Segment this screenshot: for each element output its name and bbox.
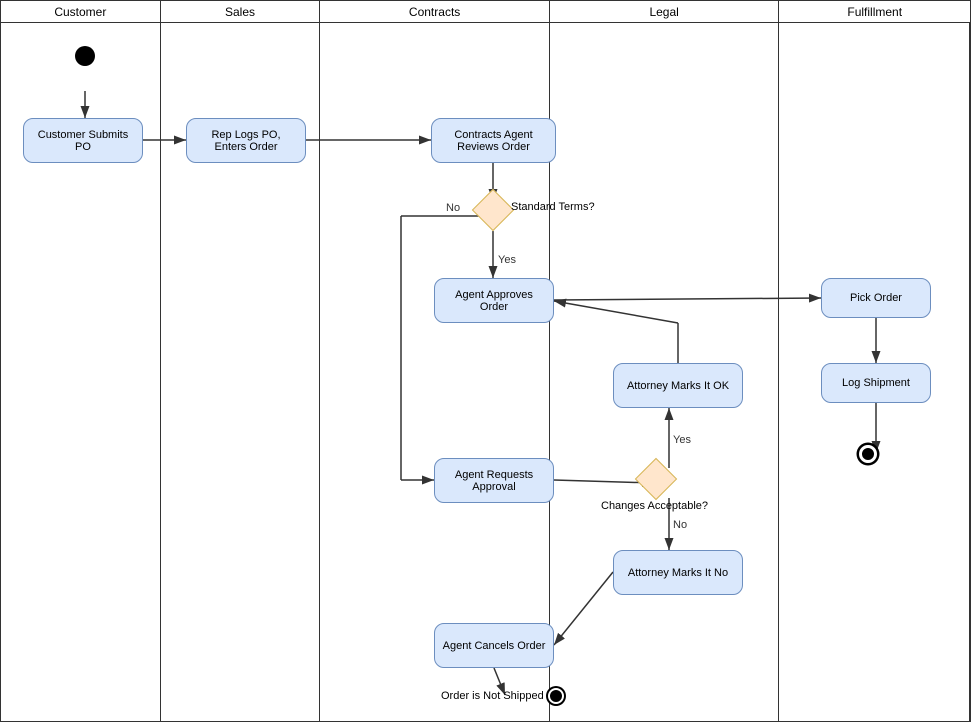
changes-acceptable-diamond-container: [641, 464, 671, 494]
pick-order-node: Pick Order: [821, 278, 931, 318]
customer-submits-node: Customer Submits PO: [23, 118, 143, 163]
agent-requests-node: Agent Requests Approval: [434, 458, 554, 503]
log-shipment-label: Log Shipment: [842, 377, 910, 389]
attorney-ok-node: Attorney Marks It OK: [613, 363, 743, 408]
standard-terms-diamond-container: [478, 195, 508, 225]
header-legal: Legal: [550, 1, 780, 22]
agent-approves-label: Agent Approves Order: [455, 289, 533, 313]
final-end-node: [859, 445, 877, 463]
rep-logs-node: Rep Logs PO, Enters Order: [186, 118, 306, 163]
not-shipped-end-node: [548, 688, 564, 704]
start-node: [75, 46, 95, 66]
swimlane-body: Yes No Yes No: [1, 23, 970, 722]
standard-terms-label: Standard Terms?: [511, 201, 595, 213]
attorney-ok-label: Attorney Marks It OK: [627, 380, 729, 392]
attorney-no-label: Attorney Marks It No: [628, 567, 728, 579]
header-fulfillment: Fulfillment: [779, 1, 970, 22]
attorney-no-node: Attorney Marks It No: [613, 550, 743, 595]
header-sales: Sales: [161, 1, 321, 22]
header-contracts: Contracts: [320, 1, 550, 22]
log-shipment-node: Log Shipment: [821, 363, 931, 403]
final-end-container: [859, 445, 877, 463]
pick-order-label: Pick Order: [850, 292, 902, 304]
changes-acceptable-diamond: [635, 458, 677, 500]
agent-approves-node: Agent Approves Order: [434, 278, 554, 323]
swimlane-headers: Customer Sales Contracts Legal Fulfillme…: [1, 1, 970, 23]
contracts-agent-label: Contracts Agent Reviews Order: [454, 129, 532, 153]
header-customer: Customer: [1, 1, 161, 22]
not-shipped-label: Order is Not Shipped: [441, 690, 544, 702]
agent-cancels-label: Agent Cancels Order: [443, 640, 546, 652]
standard-terms-diamond: [472, 189, 514, 231]
agent-cancels-node: Agent Cancels Order: [434, 623, 554, 668]
diagram-container: Customer Sales Contracts Legal Fulfillme…: [0, 0, 971, 722]
not-shipped-container: Order is Not Shipped: [441, 688, 564, 704]
agent-requests-label: Agent Requests Approval: [455, 469, 533, 493]
contracts-agent-node: Contracts Agent Reviews Order: [431, 118, 556, 163]
changes-acceptable-label: Changes Acceptable?: [601, 500, 708, 512]
customer-submits-label: Customer Submits PO: [38, 129, 128, 153]
rep-logs-label: Rep Logs PO, Enters Order: [211, 129, 280, 153]
